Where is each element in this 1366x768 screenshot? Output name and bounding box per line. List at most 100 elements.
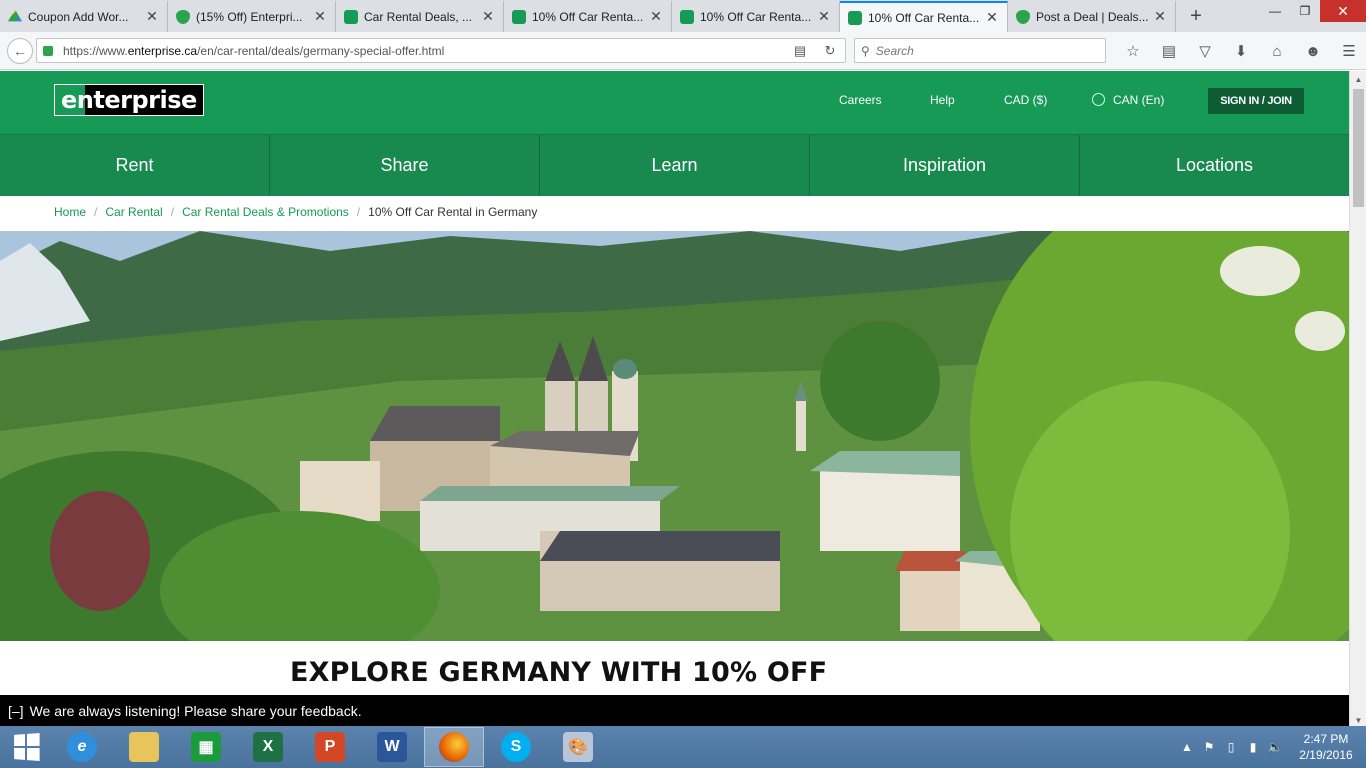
firefox-icon bbox=[439, 732, 469, 762]
page-headline: EXPLORE GERMANY WITH 10% OFF bbox=[290, 657, 828, 688]
navigation-toolbar: ← https://www.enterprise.ca/en/car-renta… bbox=[0, 32, 1366, 70]
tab-title: 10% Off Car Renta... bbox=[532, 9, 644, 24]
drive-favicon-icon bbox=[8, 9, 22, 22]
restore-icon[interactable]: ❐ bbox=[1290, 0, 1320, 22]
tab-title: Car Rental Deals, ... bbox=[364, 9, 473, 24]
taskbar-skype[interactable]: S bbox=[486, 727, 546, 767]
tab-title: (15% Off) Enterpri... bbox=[196, 9, 303, 24]
enterprise-logo[interactable]: enterprise bbox=[54, 84, 204, 116]
tab-title: Coupon Add Wor... bbox=[28, 9, 129, 24]
close-tab-icon[interactable]: ✕ bbox=[649, 8, 663, 25]
action-center-flag-icon[interactable]: ⚑ bbox=[1198, 740, 1220, 754]
nav-item-share[interactable]: Share bbox=[270, 135, 540, 196]
tab-title: 10% Off Car Renta... bbox=[700, 9, 812, 24]
breadcrumb-separator: / bbox=[356, 205, 361, 219]
windows-logo-icon bbox=[14, 733, 40, 761]
search-placeholder: Search bbox=[875, 43, 914, 58]
hello-chat-icon[interactable]: ☻ bbox=[1295, 38, 1331, 64]
paint-icon: 🎨 bbox=[563, 732, 593, 762]
scrollbar-thumb[interactable] bbox=[1353, 89, 1364, 207]
search-icon: ⚲ bbox=[861, 43, 870, 58]
browser-tab[interactable]: Coupon Add Wor... ✕ bbox=[0, 1, 168, 32]
download-icon[interactable]: ⬇ bbox=[1223, 38, 1259, 64]
search-input[interactable]: ⚲ Search bbox=[854, 38, 1106, 63]
browser-tab[interactable]: 10% Off Car Renta... ✕ bbox=[672, 1, 840, 32]
window-controls: — ❐ ✕ bbox=[1260, 0, 1366, 22]
back-button[interactable]: ← bbox=[7, 37, 33, 64]
home-icon[interactable]: ⌂ bbox=[1259, 38, 1295, 64]
browser-tab-strip: Coupon Add Wor... ✕ (15% Off) Enterpri... ✕… bbox=[0, 0, 1366, 32]
locale-label: CAN (En) bbox=[1113, 93, 1165, 107]
volume-icon[interactable]: 🔈 bbox=[1264, 740, 1286, 754]
hero-image-germany-town bbox=[0, 231, 1349, 641]
currency-selector[interactable]: CAD ($) bbox=[1004, 93, 1047, 107]
close-tab-icon[interactable]: ✕ bbox=[313, 8, 327, 25]
store-icon: ▦ bbox=[191, 732, 221, 762]
nav-item-inspiration[interactable]: Inspiration bbox=[810, 135, 1080, 196]
url-bar[interactable]: https://www.enterprise.ca/en/car-rental/… bbox=[36, 38, 846, 63]
clock-date: 2/19/2016 bbox=[1299, 748, 1353, 762]
nav-item-rent[interactable]: Rent bbox=[0, 135, 270, 196]
lock-icon bbox=[43, 45, 53, 56]
browser-tab[interactable]: Car Rental Deals, ... ✕ bbox=[336, 1, 504, 32]
url-text: https://www.enterprise.ca/en/car-rental/… bbox=[63, 43, 445, 58]
minimize-icon[interactable]: — bbox=[1260, 0, 1290, 22]
locale-selector[interactable]: CAN (En) bbox=[1092, 93, 1164, 107]
arrow-left-icon: ← bbox=[13, 42, 27, 59]
ent-favicon-icon bbox=[680, 9, 694, 24]
page-scrollbar[interactable]: ▲ ▼ bbox=[1349, 71, 1366, 728]
network-signal-icon[interactable]: ▮ bbox=[1242, 740, 1264, 754]
feedback-bar[interactable]: [–] We are always listening! Please shar… bbox=[0, 695, 1349, 726]
close-tab-icon[interactable]: ✕ bbox=[1153, 8, 1167, 25]
globe-icon bbox=[1092, 93, 1105, 106]
main-navigation: Rent Share Learn Inspiration Locations bbox=[0, 134, 1349, 196]
bookmark-star-icon[interactable]: ☆ bbox=[1115, 38, 1151, 64]
word-icon: W bbox=[377, 732, 407, 762]
start-button[interactable] bbox=[0, 726, 52, 768]
close-tab-icon[interactable]: ✕ bbox=[985, 9, 999, 26]
bookmarks-list-icon[interactable]: ▤ bbox=[1151, 38, 1187, 64]
hero-landscape-illustration bbox=[0, 231, 1349, 641]
help-link[interactable]: Help bbox=[930, 93, 955, 107]
taskbar-firefox[interactable] bbox=[424, 727, 484, 767]
reader-view-icon[interactable]: ▤ bbox=[785, 43, 815, 59]
taskbar-file-explorer[interactable] bbox=[114, 727, 174, 767]
taskbar-word[interactable]: W bbox=[362, 727, 422, 767]
clock-time: 2:47 PM bbox=[1303, 732, 1349, 746]
breadcrumb-car-rental[interactable]: Car Rental bbox=[105, 205, 162, 219]
taskbar-clock[interactable]: 2:47 PM 2/19/2016 bbox=[1286, 731, 1366, 763]
nav-item-learn[interactable]: Learn bbox=[540, 135, 810, 196]
breadcrumb-deals[interactable]: Car Rental Deals & Promotions bbox=[182, 205, 349, 219]
browser-tab[interactable]: 10% Off Car Renta... ✕ bbox=[504, 1, 672, 32]
browser-tab[interactable]: (15% Off) Enterpri... ✕ bbox=[168, 1, 336, 32]
browser-tab[interactable]: 10% Off Car Renta... ✕ bbox=[840, 1, 1008, 32]
taskbar-internet-explorer[interactable]: e bbox=[52, 727, 112, 767]
feedback-collapse-toggle[interactable]: [–] bbox=[8, 703, 24, 719]
breadcrumb: Home / Car Rental / Car Rental Deals & P… bbox=[54, 205, 537, 219]
nav-item-locations[interactable]: Locations bbox=[1080, 135, 1349, 196]
careers-link[interactable]: Careers bbox=[839, 93, 882, 107]
device-icon[interactable]: ▯ bbox=[1220, 740, 1242, 754]
sign-in-button[interactable]: SIGN IN / JOIN bbox=[1208, 88, 1304, 114]
breadcrumb-home[interactable]: Home bbox=[54, 205, 86, 219]
close-tab-icon[interactable]: ✕ bbox=[481, 8, 495, 25]
browser-tab[interactable]: Post a Deal | Deals... ✕ bbox=[1008, 1, 1176, 32]
scroll-up-icon[interactable]: ▲ bbox=[1350, 71, 1366, 87]
menu-hamburger-icon[interactable]: ☰ bbox=[1331, 38, 1366, 64]
pocket-icon[interactable]: ▽ bbox=[1187, 38, 1223, 64]
tab-title: Post a Deal | Deals... bbox=[1036, 9, 1149, 24]
taskbar-excel[interactable]: X bbox=[238, 727, 298, 767]
taskbar-powerpoint[interactable]: P bbox=[300, 727, 360, 767]
taskbar-paint[interactable]: 🎨 bbox=[548, 727, 608, 767]
close-window-icon[interactable]: ✕ bbox=[1320, 0, 1366, 22]
logo-text: enterprise bbox=[61, 86, 197, 114]
ent-favicon-icon bbox=[344, 9, 358, 24]
reload-icon[interactable]: ↻ bbox=[815, 43, 845, 59]
close-tab-icon[interactable]: ✕ bbox=[145, 8, 159, 25]
breadcrumb-separator: / bbox=[170, 205, 175, 219]
windows-taskbar: e ▦ X P W S 🎨 ▲ ⚑ ▯ ▮ 🔈 2:47 PM 2/19/201… bbox=[0, 726, 1366, 768]
taskbar-store[interactable]: ▦ bbox=[176, 727, 236, 767]
close-tab-icon[interactable]: ✕ bbox=[817, 8, 831, 25]
new-tab-button[interactable]: + bbox=[1176, 1, 1216, 32]
show-hidden-icons-icon[interactable]: ▲ bbox=[1176, 740, 1198, 754]
